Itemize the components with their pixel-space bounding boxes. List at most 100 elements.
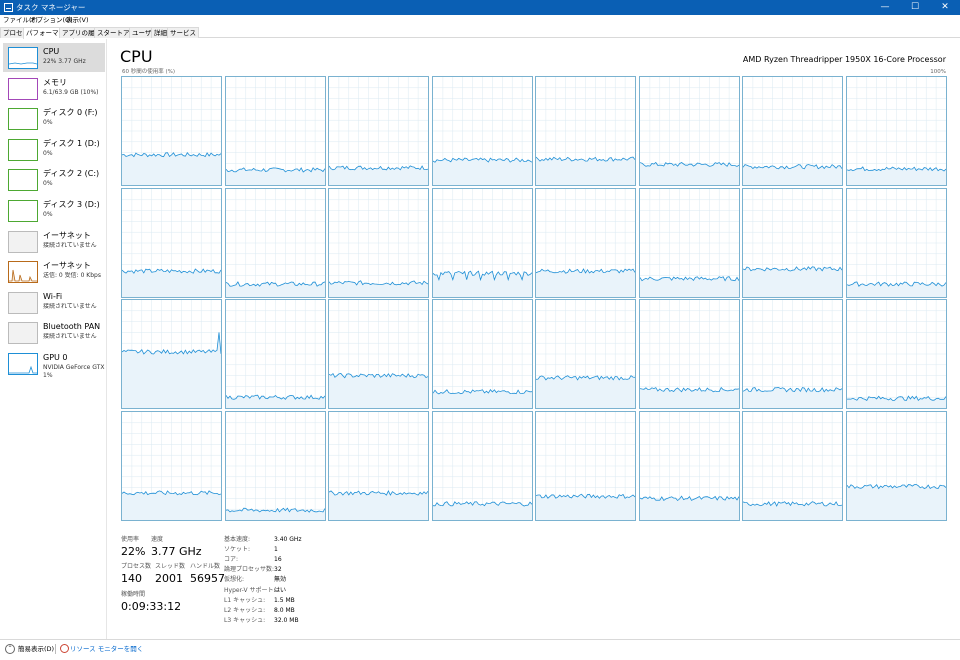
sidebar-item-detail: 22% 3.77 GHz: [43, 58, 86, 65]
footer-separator: [55, 644, 56, 654]
thumbnail-graph: [9, 232, 37, 252]
spec-value: 32.0 MB: [274, 616, 299, 624]
core-usage-chart: [743, 188, 842, 297]
sidebar-item-name: メモリ: [43, 77, 67, 87]
thumbnail-graph: [9, 270, 37, 282]
spec-label: Hyper-V サポート:: [224, 586, 276, 594]
core-usage-chart: [329, 411, 428, 520]
sidebar-graph-thumbnail: [8, 138, 38, 161]
sidebar-item-7[interactable]: イーサネット 送信: 0 受信: 0 Kbps: [3, 257, 105, 286]
tab-bar: プロセス パフォーマンス アプリの履歴 スタートアップ ユーザー 詳細 サービス: [0, 26, 960, 39]
usage-area: [743, 266, 842, 297]
sidebar-item-5[interactable]: ディスク 3 (D:) 0%: [3, 196, 105, 225]
core-usage-chart: [536, 411, 635, 520]
sidebar-graph-thumbnail: [8, 200, 38, 222]
core-usage-chart: [329, 188, 428, 297]
sidebar-item-name: イーサネット: [43, 261, 91, 271]
processor-name: AMD Ryzen Threadripper 1950X 16-Core Pro…: [742, 55, 946, 64]
core-usage-chart: [639, 300, 739, 408]
sidebar-item-detail: 6.1/63.9 GB (10%): [43, 88, 99, 96]
chevron-up-icon[interactable]: ⌃: [5, 644, 15, 654]
window-title: タスク マネージャー: [16, 3, 86, 12]
sidebar-item-detail: 接続されていません: [43, 241, 97, 249]
core-graph: [845, 76, 947, 186]
core-graph: [845, 410, 947, 521]
core-graph: [431, 76, 533, 186]
task-manager-icon: [4, 3, 13, 12]
core-usage-chart: [536, 188, 635, 297]
threads-value: 2001: [155, 572, 183, 585]
sidebar-item-6[interactable]: イーサネット 接続されていません: [3, 227, 105, 256]
usage-area: [329, 490, 428, 520]
sidebar-graph-thumbnail: [8, 291, 38, 314]
core-usage-chart: [846, 77, 946, 185]
fewer-details-link[interactable]: 簡易表示(D): [18, 645, 54, 653]
spec-label: L1 キャッシュ:: [224, 596, 266, 604]
tab-services[interactable]: サービス: [167, 27, 199, 38]
thumbnail-line: [9, 270, 37, 282]
thumbnail-line: [9, 62, 37, 65]
sidebar-graph-thumbnail: [8, 77, 38, 100]
usage-area: [225, 281, 325, 297]
spec-value: 16: [274, 556, 282, 564]
spec-value: 1.5 MB: [274, 596, 295, 604]
handles-label: ハンドル数: [190, 563, 221, 570]
sidebar-divider: [106, 39, 107, 639]
maximize-button[interactable]: ☐: [900, 0, 930, 15]
sidebar-item-detail: 0%: [43, 180, 53, 188]
core-graph: [328, 410, 429, 521]
core-usage-chart: [743, 77, 842, 185]
spec-label: 基本速度:: [224, 536, 251, 543]
sidebar-graph-thumbnail: [8, 108, 38, 131]
spec-label: L3 キャッシュ:: [224, 616, 266, 624]
spec-label: 論理プロセッサ数:: [224, 566, 275, 574]
core-graph: [224, 299, 326, 409]
core-graph: [121, 410, 222, 521]
sidebar-item-name: ディスク 0 (F:): [43, 108, 98, 118]
sidebar-item-3[interactable]: ディスク 1 (D:) 0%: [3, 135, 105, 164]
sidebar-item-4[interactable]: ディスク 2 (C:) 0%: [3, 165, 105, 194]
close-button[interactable]: ✕: [930, 0, 960, 15]
sidebar-item-name: ディスク 1 (D:): [43, 138, 100, 148]
sidebar-graph-thumbnail: [8, 261, 38, 284]
thumbnail-graph: [9, 140, 37, 160]
sidebar-item-8[interactable]: Wi-Fi 接続されていません: [3, 288, 105, 317]
sidebar-graph-thumbnail: [8, 169, 38, 192]
core-graph: [224, 76, 326, 186]
graph-axis-label: 60 秒間の使用率 (%): [122, 69, 176, 75]
spec-value: はい: [274, 586, 287, 594]
core-usage-chart: [743, 300, 842, 408]
spec-label: ソケット:: [224, 546, 251, 554]
core-graph: [638, 299, 740, 409]
core-usage-chart: [536, 77, 635, 185]
processes-label: プロセス数: [121, 563, 152, 570]
core-graph: [121, 187, 222, 298]
minimize-button[interactable]: —: [870, 0, 900, 15]
thumbnail-graph: [9, 62, 37, 65]
sidebar-item-9[interactable]: Bluetooth PAN 接続されていません: [3, 318, 105, 347]
sidebar-graph-thumbnail: [8, 353, 38, 375]
core-graph: [431, 410, 533, 521]
uptime-value: 0:09:33:12: [121, 600, 182, 613]
sidebar-item-name: CPU: [43, 47, 60, 56]
core-usage-chart: [639, 77, 739, 185]
core-graph: [845, 187, 947, 298]
sidebar-item-10[interactable]: GPU 0 NVIDIA GeForce GTX 10 1%: [3, 349, 107, 379]
core-usage-chart: [329, 300, 428, 408]
menu-bar: ファイル(F) オプション(O) 表示(V): [0, 15, 960, 26]
threads-label: スレッド数: [155, 563, 186, 570]
sidebar-item-2[interactable]: ディスク 0 (F:) 0%: [3, 104, 105, 133]
core-graph: [742, 76, 843, 186]
sidebar-item-1[interactable]: メモリ 6.1/63.9 GB (10%): [3, 74, 105, 103]
thumbnail-graph: [9, 365, 37, 374]
resource-monitor-link[interactable]: リソース モニターを開く: [70, 645, 143, 653]
spec-label: コア:: [224, 556, 239, 564]
core-graph: [535, 76, 636, 186]
core-usage-chart: [225, 300, 325, 408]
core-graph: [638, 76, 740, 186]
sidebar-item-0[interactable]: CPU 22% 3.77 GHz: [3, 43, 105, 72]
menu-view[interactable]: 表示(V): [66, 16, 89, 25]
thumbnail-line: [9, 365, 37, 374]
spec-value: 32: [274, 566, 282, 574]
thumbnail-graph: [9, 109, 37, 129]
